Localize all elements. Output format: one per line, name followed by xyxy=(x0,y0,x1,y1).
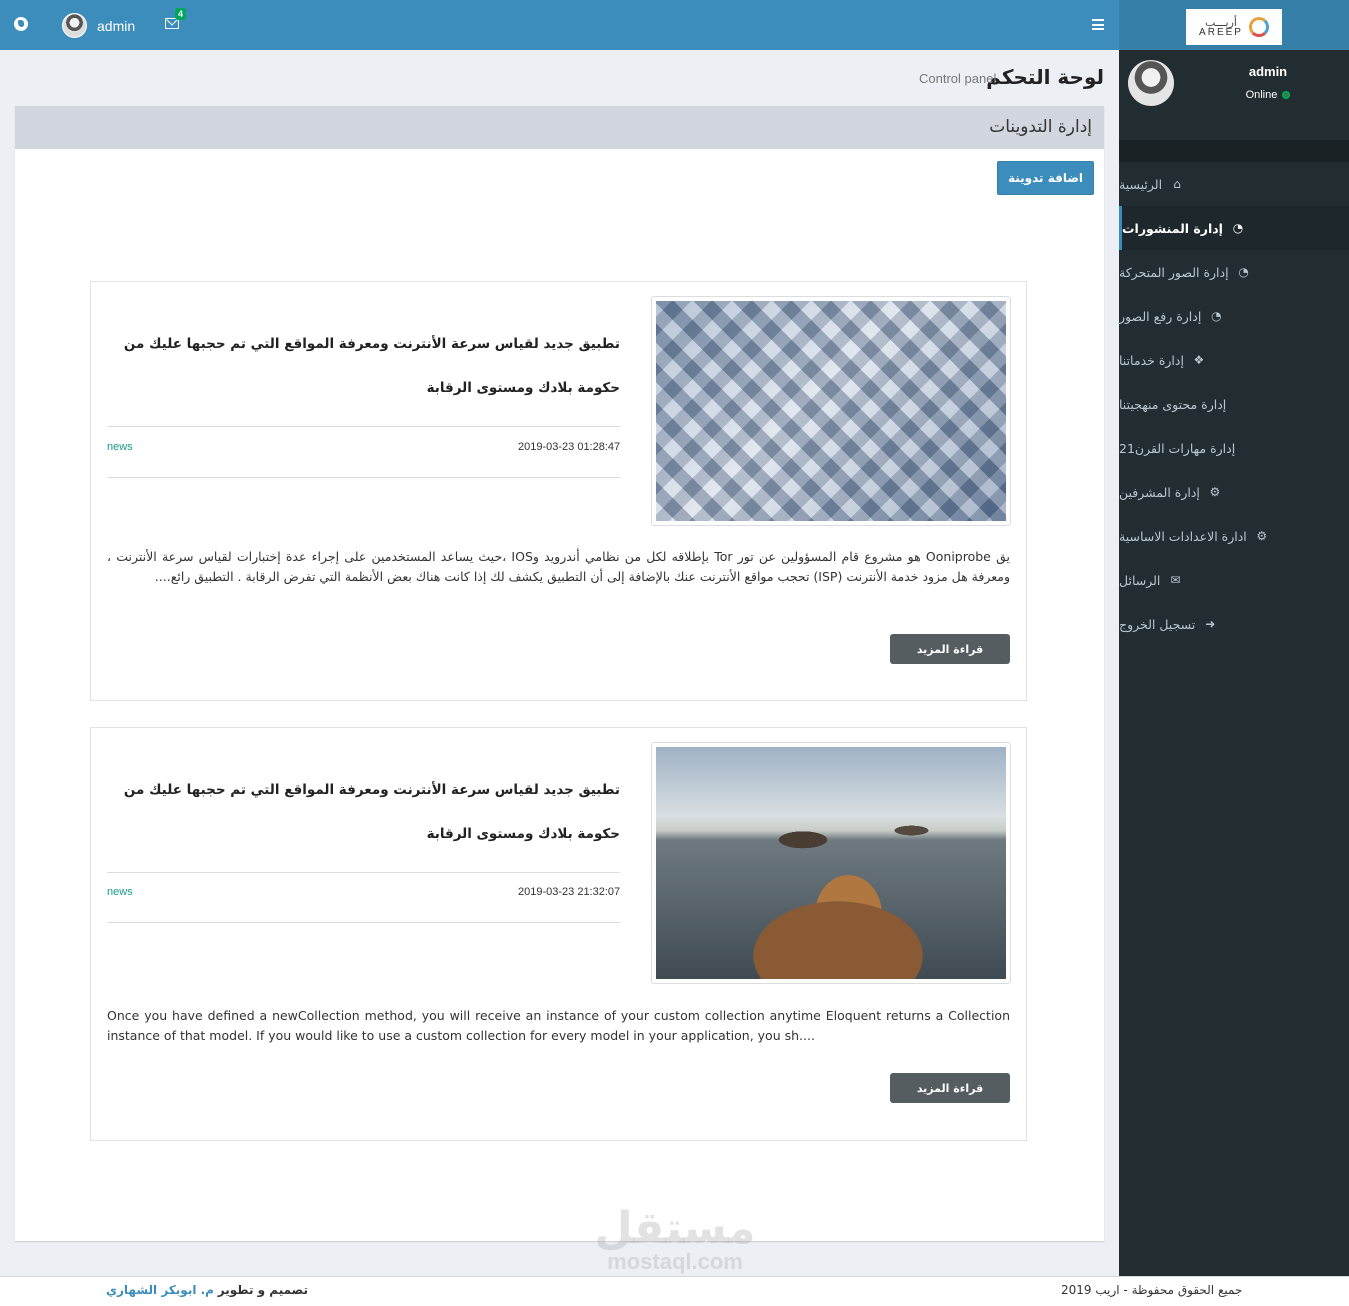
globe-icon[interactable] xyxy=(14,17,28,31)
post-thumbnail[interactable] xyxy=(651,742,1011,984)
post-category[interactable]: news xyxy=(107,886,133,898)
messages-badge: 4 xyxy=(175,8,187,20)
sidebar: أريـــب AREEP admin Online الرئيسية ⌂ إدار… xyxy=(1119,0,1349,1276)
sidebar-item-label: تسجيل الخروج xyxy=(1119,616,1196,632)
read-more-button[interactable]: قراءة المزيد xyxy=(890,634,1010,664)
sidebar-item[interactable]: إدارة الصور المتحركة ◔ xyxy=(1119,250,1349,294)
box-title: إدارة التدوينات xyxy=(989,117,1092,137)
post-image xyxy=(656,301,1006,521)
cubes-icon: ❖ xyxy=(1193,353,1205,367)
add-post-button[interactable]: اضافة تدوينة xyxy=(997,161,1094,195)
box-header: إدارة التدوينات xyxy=(15,109,1104,149)
sidebar-item-label: إدارة رفع الصور xyxy=(1119,308,1202,324)
dashboard-icon: ◔ xyxy=(1232,221,1244,235)
post-title[interactable]: تطبيق جديد لقياس سرعة الأنترنت ومعرفة ال… xyxy=(100,322,620,410)
top-navbar: admin 4 xyxy=(0,0,1119,50)
dashboard-icon: ◔ xyxy=(1238,265,1249,279)
sidebar-item-label: الرئيسية xyxy=(1119,176,1163,192)
menu-toggle-icon[interactable] xyxy=(1092,19,1104,30)
sidebar-item[interactable]: إدارة مهارات القرن21 xyxy=(1119,426,1349,470)
post-title[interactable]: تطبيق جديد لقياس سرعة الأنترنت ومعرفة ال… xyxy=(100,768,620,856)
logo-text-ar: أريـــب xyxy=(1205,15,1237,29)
sidebar-divider xyxy=(1119,140,1349,162)
gears-icon: ⚙ xyxy=(1209,485,1221,499)
logo-bar: أريـــب AREEP xyxy=(1119,0,1349,50)
avatar xyxy=(1128,60,1174,106)
gear-icon: ⚙ xyxy=(1256,529,1268,543)
logo-text-en: AREEP xyxy=(1199,26,1243,38)
post-date: 2019-03-23 21:32:07 xyxy=(518,886,621,898)
sidebar-item-label: الرسائل xyxy=(1119,572,1161,588)
sidebar-item-label: إدارة خدماتنا xyxy=(1119,352,1184,368)
sidebar-item[interactable]: ادارة الاعدادات الاساسية ⚙ xyxy=(1119,514,1349,558)
avatar xyxy=(62,13,87,38)
sidebar-item-label: إدارة الصور المتحركة xyxy=(1119,264,1229,280)
post-card: تطبيق جديد لقياس سرعة الأنترنت ومعرفة ال… xyxy=(90,727,1027,1141)
watermark-ar: مستقل xyxy=(594,1203,756,1254)
footer-credits: تصميم و تطوير م. ابوبكر الشهاري xyxy=(106,1283,308,1297)
watermark-en: mostaql.com xyxy=(607,1249,743,1274)
read-more-button[interactable]: قراءة المزيد xyxy=(890,1073,1010,1103)
post-thumbnail[interactable] xyxy=(651,296,1011,526)
status-dot-icon xyxy=(1282,91,1291,100)
home-icon: ⌂ xyxy=(1173,177,1181,191)
user-menu[interactable]: admin xyxy=(62,13,135,38)
divider xyxy=(107,426,620,427)
divider xyxy=(107,872,620,873)
online-status: Online xyxy=(1209,89,1327,101)
sidebar-menu: الرئيسية ⌂ إدارة المنشورات ◔ إدارة الصور الم… xyxy=(1119,162,1349,646)
sidebar-item[interactable]: إدارة محتوى منهجيتنا xyxy=(1119,382,1349,426)
sidebar-item[interactable]: الرسائل ✉ xyxy=(1119,558,1349,602)
sidebar-item[interactable]: إدارة المشرفين ⚙ xyxy=(1119,470,1349,514)
sidebar-item-label: ادارة الاعدادات الاساسية xyxy=(1119,528,1247,544)
footer-copyright: جميع الحقوق محفوظة - اريب 2019 xyxy=(1061,1283,1243,1297)
post-excerpt: Once you have defined a newCollection me… xyxy=(107,1008,1010,1043)
post-category[interactable]: news xyxy=(107,441,133,453)
post-date: 2019-03-23 01:28:47 xyxy=(518,441,621,453)
watermark: مستقل mostaql.com xyxy=(590,1205,760,1275)
sidebar-item[interactable]: إدارة رفع الصور ◔ xyxy=(1119,294,1349,338)
logo-mark-icon xyxy=(1248,17,1269,37)
post-excerpt: يق Ooniprobe هو مشروع قام المسؤولين عن ت… xyxy=(107,549,1010,584)
logo[interactable]: أريـــب AREEP xyxy=(1186,9,1282,45)
sidebar-item-label: إدارة مهارات القرن21 xyxy=(1119,440,1236,456)
footer-designer-link[interactable]: م. ابوبكر الشهاري xyxy=(106,1283,214,1297)
sidebar-item[interactable]: الرئيسية ⌂ xyxy=(1119,162,1349,206)
sign-out-icon: ➜ xyxy=(1205,617,1216,631)
online-status-label: Online xyxy=(1245,89,1278,101)
sidebar-username: admin xyxy=(1248,64,1288,79)
page-title: لوحة التحكم xyxy=(986,65,1104,89)
sidebar-item[interactable]: إدارة المنشورات ◔ xyxy=(1119,206,1349,250)
posts-box: إدارة التدوينات اضافة تدوينة تطبيق جديد … xyxy=(15,106,1104,1241)
footer: تصميم و تطوير م. ابوبكر الشهاري جميع الح… xyxy=(0,1276,1349,1306)
page-subtitle: Control panel xyxy=(919,71,997,86)
sidebar-item[interactable]: إدارة خدماتنا ❖ xyxy=(1119,338,1349,382)
post-card: تطبيق جديد لقياس سرعة الأنترنت ومعرفة ال… xyxy=(90,281,1027,701)
dashboard-icon: ◔ xyxy=(1211,309,1222,323)
footer-design-label: تصميم و تطوير xyxy=(217,1283,308,1297)
username: admin xyxy=(97,17,136,34)
sidebar-item[interactable]: تسجيل الخروج ➜ xyxy=(1119,602,1349,646)
sidebar-item-label: إدارة المنشورات xyxy=(1122,220,1223,236)
divider xyxy=(107,922,620,923)
sidebar-item-label: إدارة محتوى منهجيتنا xyxy=(1119,396,1227,412)
post-image xyxy=(656,747,1006,979)
envelope-icon: ✉ xyxy=(1170,573,1181,587)
sidebar-item-label: إدارة المشرفين xyxy=(1119,484,1200,500)
divider xyxy=(107,477,620,478)
